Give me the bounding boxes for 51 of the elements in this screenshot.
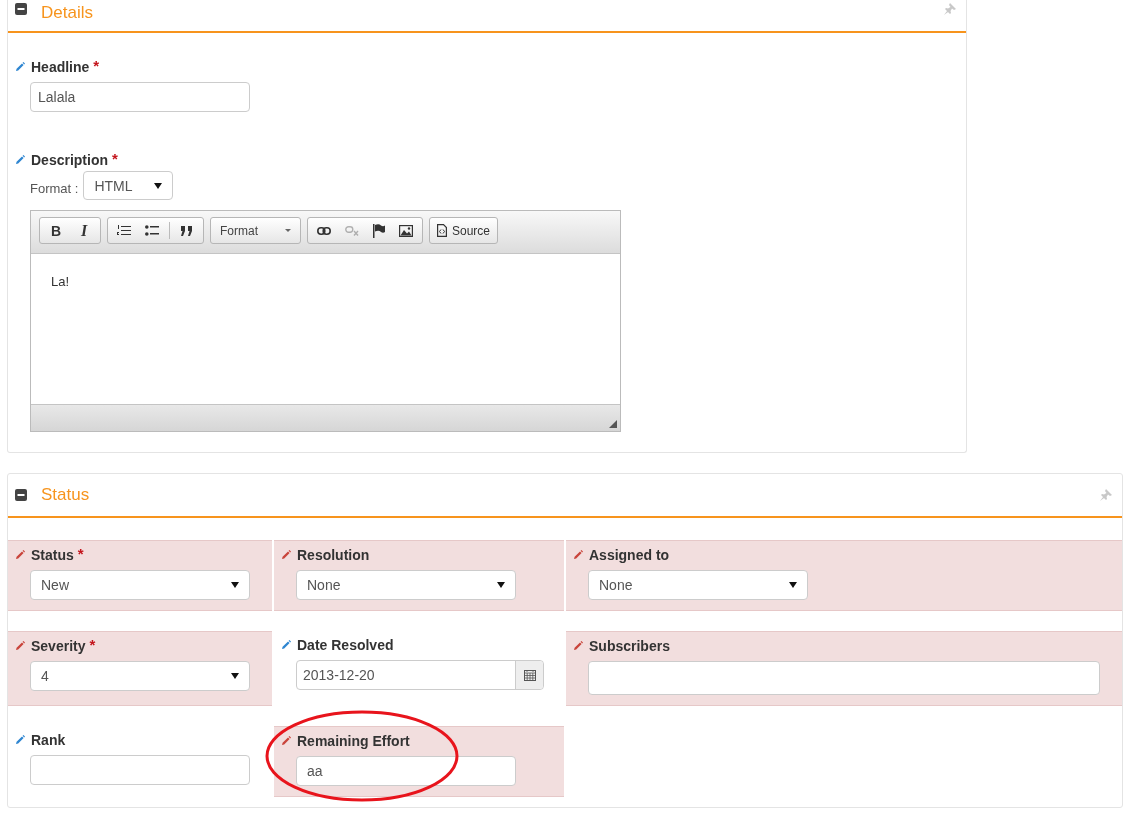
field-label: Headline xyxy=(31,59,90,75)
resize-handle-icon[interactable] xyxy=(609,420,617,428)
numbered-list-icon[interactable] xyxy=(117,224,131,237)
bold-button[interactable]: B xyxy=(49,222,63,239)
field-label: Assigned to xyxy=(589,547,670,563)
headline-input[interactable]: Lalala xyxy=(30,82,250,112)
caret-icon xyxy=(285,229,291,232)
text-input[interactable] xyxy=(30,755,250,785)
collapse-icon[interactable] xyxy=(15,489,27,501)
flag-icon[interactable] xyxy=(373,223,385,238)
panel-title: Details xyxy=(41,3,94,23)
field-label: Rank xyxy=(31,732,66,748)
bullet-list-icon[interactable] xyxy=(145,224,159,237)
caret-icon xyxy=(789,582,797,588)
dropdown-select[interactable]: None xyxy=(296,570,516,600)
collapse-icon[interactable] xyxy=(15,3,27,15)
field-label: Resolution xyxy=(297,547,370,563)
dropdown-select[interactable]: None xyxy=(588,570,808,600)
field-label: Status xyxy=(31,547,74,563)
editor-text: La! xyxy=(51,274,70,289)
caret-icon xyxy=(231,673,239,679)
format-dropdown[interactable]: Format xyxy=(210,217,301,244)
pencil-icon xyxy=(15,155,25,165)
field-label: Remaining Effort xyxy=(297,733,410,749)
required-asterisk: * xyxy=(112,150,118,167)
field-label: Description xyxy=(31,152,108,168)
caret-icon xyxy=(154,182,163,189)
quote-icon[interactable] xyxy=(180,225,194,236)
required-asterisk: * xyxy=(89,636,96,653)
field-label: Subscribers xyxy=(589,638,670,654)
field-label: Date Resolved xyxy=(297,637,394,653)
caret-icon xyxy=(231,582,239,588)
italic-button[interactable]: I xyxy=(77,221,91,240)
text-input[interactable] xyxy=(588,661,1100,695)
image-icon[interactable] xyxy=(399,224,413,237)
code-file-icon xyxy=(437,224,447,237)
caret-icon xyxy=(497,582,505,588)
source-button[interactable]: Source xyxy=(429,217,499,244)
link-icon[interactable] xyxy=(317,226,331,235)
dropdown-select[interactable]: New xyxy=(30,570,250,600)
field-label: Severity xyxy=(31,638,86,654)
pencil-icon xyxy=(15,62,25,72)
format-label: Format : xyxy=(30,180,79,196)
required-asterisk: * xyxy=(77,545,84,562)
panel-title: Status xyxy=(41,485,91,505)
required-asterisk: * xyxy=(93,57,100,74)
dropdown-select[interactable]: 4 xyxy=(30,661,250,691)
calendar-icon[interactable] xyxy=(523,669,536,681)
format-select[interactable]: HTML xyxy=(83,171,174,200)
date-field[interactable]: 2013-12-20 xyxy=(296,660,544,690)
text-input[interactable]: aa xyxy=(296,756,516,786)
